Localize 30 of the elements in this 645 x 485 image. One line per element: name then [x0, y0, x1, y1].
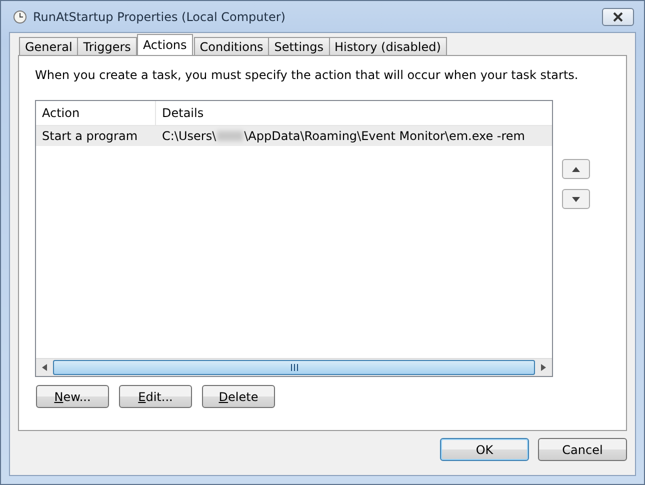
delete-button[interactable]: Delete: [202, 385, 275, 408]
column-header[interactable]: Action: [36, 101, 156, 125]
grip-icon: [290, 364, 298, 371]
table-cell-text: Start a program: [41, 129, 139, 143]
table-row[interactable]: Start a program C:\Users\ \AppData\Roaming\Event Monitor\em.exe -rem: [36, 126, 552, 146]
tab[interactable]: Conditions: [194, 37, 270, 55]
tab[interactable]: History (disabled): [328, 37, 447, 55]
clock-icon: [13, 10, 27, 24]
table-cell: C:\Users\: [162, 129, 216, 143]
instruction-text: When you create a task, you must specify the action that will occur when your task starts.: [35, 68, 580, 84]
ok-button[interactable]: OK: [440, 438, 529, 461]
up-arrow-icon: [572, 166, 580, 172]
tab[interactable]: Actions: [136, 34, 193, 55]
tab[interactable]: General: [19, 37, 78, 55]
horizontal-scrollbar[interactable]: [36, 358, 552, 376]
tab[interactable]: Settings: [268, 37, 330, 55]
move-down-button[interactable]: [562, 189, 590, 209]
down-arrow-icon: [572, 196, 580, 202]
tab[interactable]: Triggers: [77, 37, 137, 55]
table-cell: \AppData\Roaming\Event Monitor\em.exe -rem: [244, 129, 525, 143]
right-arrow-icon: [541, 364, 546, 371]
new-button[interactable]: New...: [36, 385, 109, 408]
move-up-button[interactable]: [562, 159, 590, 179]
window-title: RunAtStartup Properties (Local Computer): [33, 10, 286, 24]
edit-button[interactable]: Edit...: [119, 385, 192, 408]
cancel-button[interactable]: Cancel: [538, 438, 627, 461]
column-header[interactable]: Details: [156, 101, 204, 125]
left-arrow-icon: [42, 364, 47, 371]
close-icon: [611, 12, 625, 22]
close-button[interactable]: [602, 8, 634, 26]
